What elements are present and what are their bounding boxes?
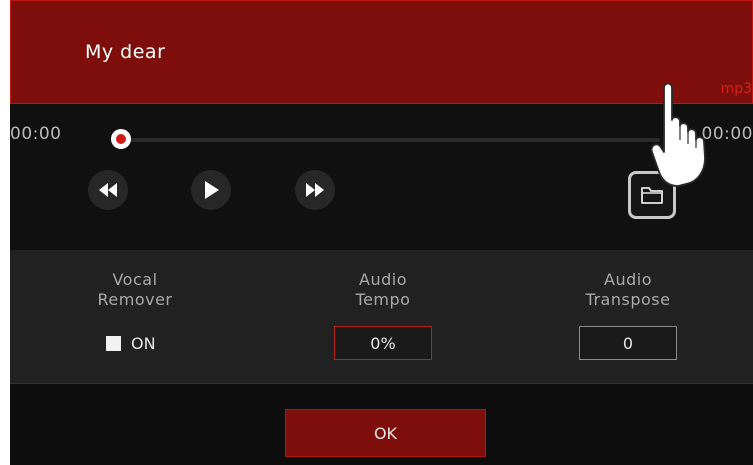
folder-icon <box>641 187 663 204</box>
rewind-icon <box>99 183 117 197</box>
vocal-remover-label: Vocal Remover <box>97 270 173 309</box>
elapsed-time: 00:00 <box>10 124 62 144</box>
audio-tempo-label: Audio Tempo <box>355 270 411 309</box>
vocal-remover-on-label: ON <box>131 334 156 353</box>
fast-forward-button[interactable] <box>295 170 335 210</box>
play-icon <box>205 181 219 199</box>
progress-knob[interactable] <box>111 129 131 149</box>
ok-button[interactable]: OK <box>285 409 486 457</box>
file-format-label: mp3 <box>720 81 752 97</box>
pointing-hand-icon <box>650 82 706 187</box>
progress-track[interactable] <box>113 138 660 142</box>
song-title-bar: My dear mp3 <box>10 0 753 104</box>
rewind-button[interactable] <box>88 170 128 210</box>
audio-player-dialog: My dear mp3 00:00 00:00 Vocal Remover ON… <box>10 0 753 465</box>
audio-transpose-label: Audio Transpose <box>585 270 671 309</box>
vocal-remover-toggle[interactable]: ON <box>106 334 156 353</box>
dialog-footer: OK <box>10 384 753 465</box>
play-button[interactable] <box>191 170 231 210</box>
audio-transpose-value[interactable]: 0 <box>579 326 677 360</box>
song-title: My dear <box>85 41 166 63</box>
audio-tempo-value[interactable]: 0% <box>334 326 432 360</box>
fast-forward-icon <box>306 183 324 197</box>
audio-settings-panel: Vocal Remover ON Audio Tempo 0% Audio Tr… <box>10 250 753 383</box>
player-controls: 00:00 00:00 <box>10 104 753 250</box>
vocal-remover-checkbox[interactable] <box>106 336 121 351</box>
